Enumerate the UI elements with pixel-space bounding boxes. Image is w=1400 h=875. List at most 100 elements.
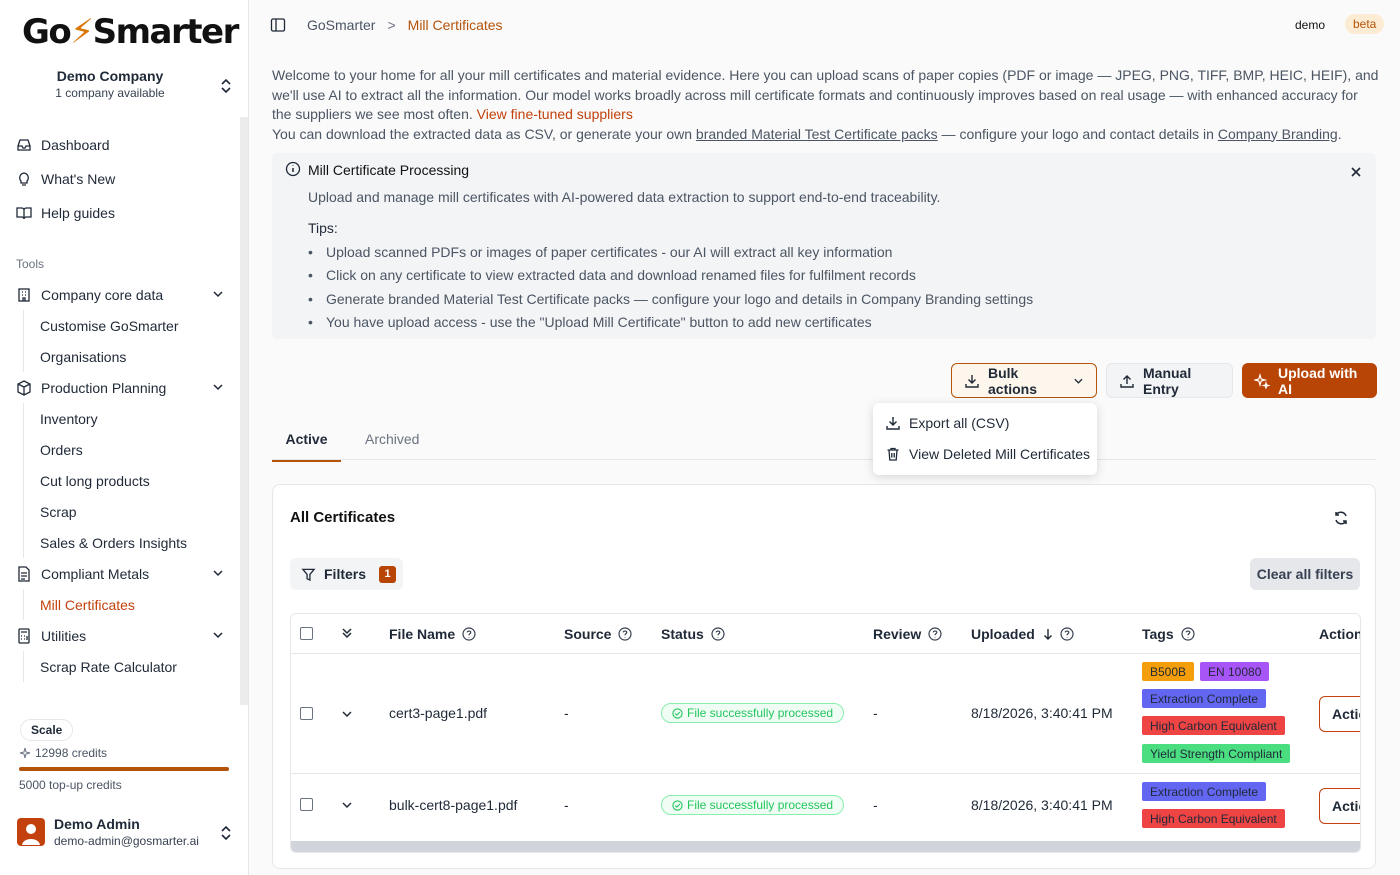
company-branding-link[interactable]: Company Branding (1218, 126, 1338, 142)
col-file-name[interactable]: File Name (389, 626, 476, 642)
breadcrumb: GoSmarter > Mill Certificates (307, 17, 503, 33)
row-checkbox[interactable] (300, 798, 313, 811)
clear-all-filters-button[interactable]: Clear all filters (1250, 558, 1360, 590)
calculator-icon (16, 627, 32, 644)
help-circle-icon[interactable] (928, 627, 942, 641)
group-company-core-data[interactable]: Company core data (14, 279, 236, 310)
upload-with-ai-button[interactable]: Upload with AI (1242, 363, 1377, 398)
group-production-planning[interactable]: Production Planning (14, 372, 236, 403)
col-status[interactable]: Status (661, 626, 725, 642)
alert-description: Upload and manage mill certificates with… (308, 189, 941, 205)
nav-help-guides[interactable]: Help guides (14, 196, 234, 230)
tools-section-label: Tools (16, 257, 45, 271)
filters-label: Filters (324, 566, 367, 582)
info-icon (285, 161, 301, 177)
tag-extraction-complete: Extraction Complete (1142, 689, 1267, 708)
tab-active[interactable]: Active (272, 431, 341, 462)
nav-dashboard[interactable]: Dashboard (14, 128, 234, 162)
row-checkbox[interactable] (300, 707, 313, 720)
col-tags[interactable]: Tags (1142, 626, 1195, 642)
chevron-down-icon[interactable] (341, 708, 353, 720)
chevron-down-icon (213, 570, 223, 577)
credit-progress-bar (19, 767, 229, 771)
select-all-checkbox[interactable] (300, 627, 313, 640)
branded-mtc-packs-link[interactable]: branded Material Test Certificate packs (696, 126, 938, 142)
nav-scrap-rate-calculator[interactable]: Scrap Rate Calculator (40, 651, 236, 682)
chevron-down-icon (1074, 378, 1083, 384)
file-name-cell[interactable]: cert3-page1.pdf (389, 705, 487, 721)
status-badge: File successfully processed (661, 703, 845, 723)
manual-entry-button[interactable]: Manual Entry (1106, 363, 1233, 398)
user-menu[interactable]: Demo Admin demo-admin@gosmarter.ai (17, 814, 237, 854)
bolt-icon: ⚡ (70, 12, 94, 52)
beta-badge: beta (1345, 14, 1385, 34)
upload-with-ai-label: Upload with AI (1278, 364, 1358, 397)
gosmarter-logo[interactable]: Go⚡Smarter (22, 12, 239, 52)
nav-sales-orders-insights[interactable]: Sales & Orders Insights (40, 527, 236, 558)
col-source[interactable]: Source (564, 626, 633, 642)
chevrons-up-down-icon (221, 78, 231, 94)
help-circle-icon[interactable] (1060, 627, 1074, 641)
table-header: File Name Source Status Review Uploaded … (291, 614, 1360, 654)
account-name[interactable]: demo (1295, 18, 1325, 32)
arrow-down-icon[interactable] (1043, 628, 1053, 640)
company-name: Demo Company (56, 68, 164, 84)
status-badge: File successfully processed (661, 795, 845, 815)
col-actions: Actions (1319, 626, 1360, 642)
table-row[interactable]: bulk-cert8-page1.pdf - File successfully… (291, 774, 1360, 840)
menu-view-deleted[interactable]: View Deleted Mill Certificates (885, 444, 1090, 464)
file-name-cell[interactable]: bulk-cert8-page1.pdf (389, 797, 517, 813)
nav-cut-long-products[interactable]: Cut long products (40, 465, 236, 496)
nav-mill-certificates[interactable]: Mill Certificates (40, 589, 236, 620)
col-uploaded[interactable]: Uploaded (971, 626, 1074, 642)
row-actions-button[interactable]: Actions (1319, 788, 1360, 824)
tips-list: Upload scanned PDFs or images of paper c… (308, 241, 1033, 334)
close-icon[interactable] (1350, 166, 1362, 178)
filter-icon (301, 568, 316, 581)
row-actions-button[interactable]: Actions (1319, 696, 1360, 732)
nav-whats-new[interactable]: What's New (14, 162, 234, 196)
chevron-down-icon (213, 632, 223, 639)
bulk-actions-menu: Export all (CSV) View Deleted Mill Certi… (873, 403, 1097, 475)
nav-inventory[interactable]: Inventory (40, 403, 236, 434)
table-row[interactable]: cert3-page1.pdf - File successfully proc… (291, 654, 1360, 774)
intro-paragraph-1: Welcome to your home for all your mill c… (272, 67, 1379, 122)
tip-item: You have upload access - use the "Upload… (308, 311, 1033, 334)
filters-button[interactable]: Filters 1 (290, 558, 403, 590)
sparkles-icon (1254, 372, 1270, 389)
nav-scrap[interactable]: Scrap (40, 496, 236, 527)
help-circle-icon[interactable] (1181, 627, 1195, 641)
bulk-actions-button[interactable]: Bulk actions (951, 363, 1097, 398)
tag-high-carbon-equivalent: High Carbon Equivalent (1142, 809, 1285, 828)
breadcrumb-root[interactable]: GoSmarter (307, 17, 375, 33)
nav-customise-gosmarter[interactable]: Customise GoSmarter (40, 310, 236, 341)
fine-tuned-suppliers-link[interactable]: View fine-tuned suppliers (477, 106, 633, 122)
refresh-icon[interactable] (1333, 510, 1349, 526)
table-horizontal-scrollbar[interactable] (291, 841, 1360, 852)
group-compliant-metals[interactable]: Compliant Metals (14, 558, 236, 589)
check-circle-icon (672, 707, 683, 719)
nav-organisations[interactable]: Organisations (40, 341, 236, 372)
chevron-down-icon (213, 291, 223, 298)
group-production-planning-label: Production Planning (41, 379, 167, 396)
group-utilities[interactable]: Utilities (14, 620, 236, 651)
menu-export-csv[interactable]: Export all (CSV) (885, 413, 1009, 433)
building-icon (16, 287, 32, 303)
chevrons-down-icon[interactable] (341, 626, 353, 640)
tip-item: Click on any certificate to view extract… (308, 264, 1033, 287)
chevron-down-icon[interactable] (341, 799, 353, 811)
help-circle-icon[interactable] (618, 627, 633, 641)
upload-icon (1119, 373, 1135, 389)
review-cell: - (873, 705, 878, 721)
col-actions-label: Actions (1319, 626, 1360, 642)
company-switcher[interactable]: Demo Company 1 company available (20, 68, 235, 100)
company-count: 1 company available (55, 86, 165, 100)
nav-orders[interactable]: Orders (40, 434, 236, 465)
help-circle-icon[interactable] (462, 627, 476, 641)
col-review[interactable]: Review (873, 626, 942, 642)
tab-archived[interactable]: Archived (365, 431, 419, 459)
sidebar-toggle-icon[interactable] (270, 17, 286, 33)
help-circle-icon[interactable] (711, 627, 725, 641)
sidebar-scrollbar[interactable] (240, 117, 248, 705)
intro-paragraph-2b: — configure your logo and contact detail… (937, 125, 1218, 142)
